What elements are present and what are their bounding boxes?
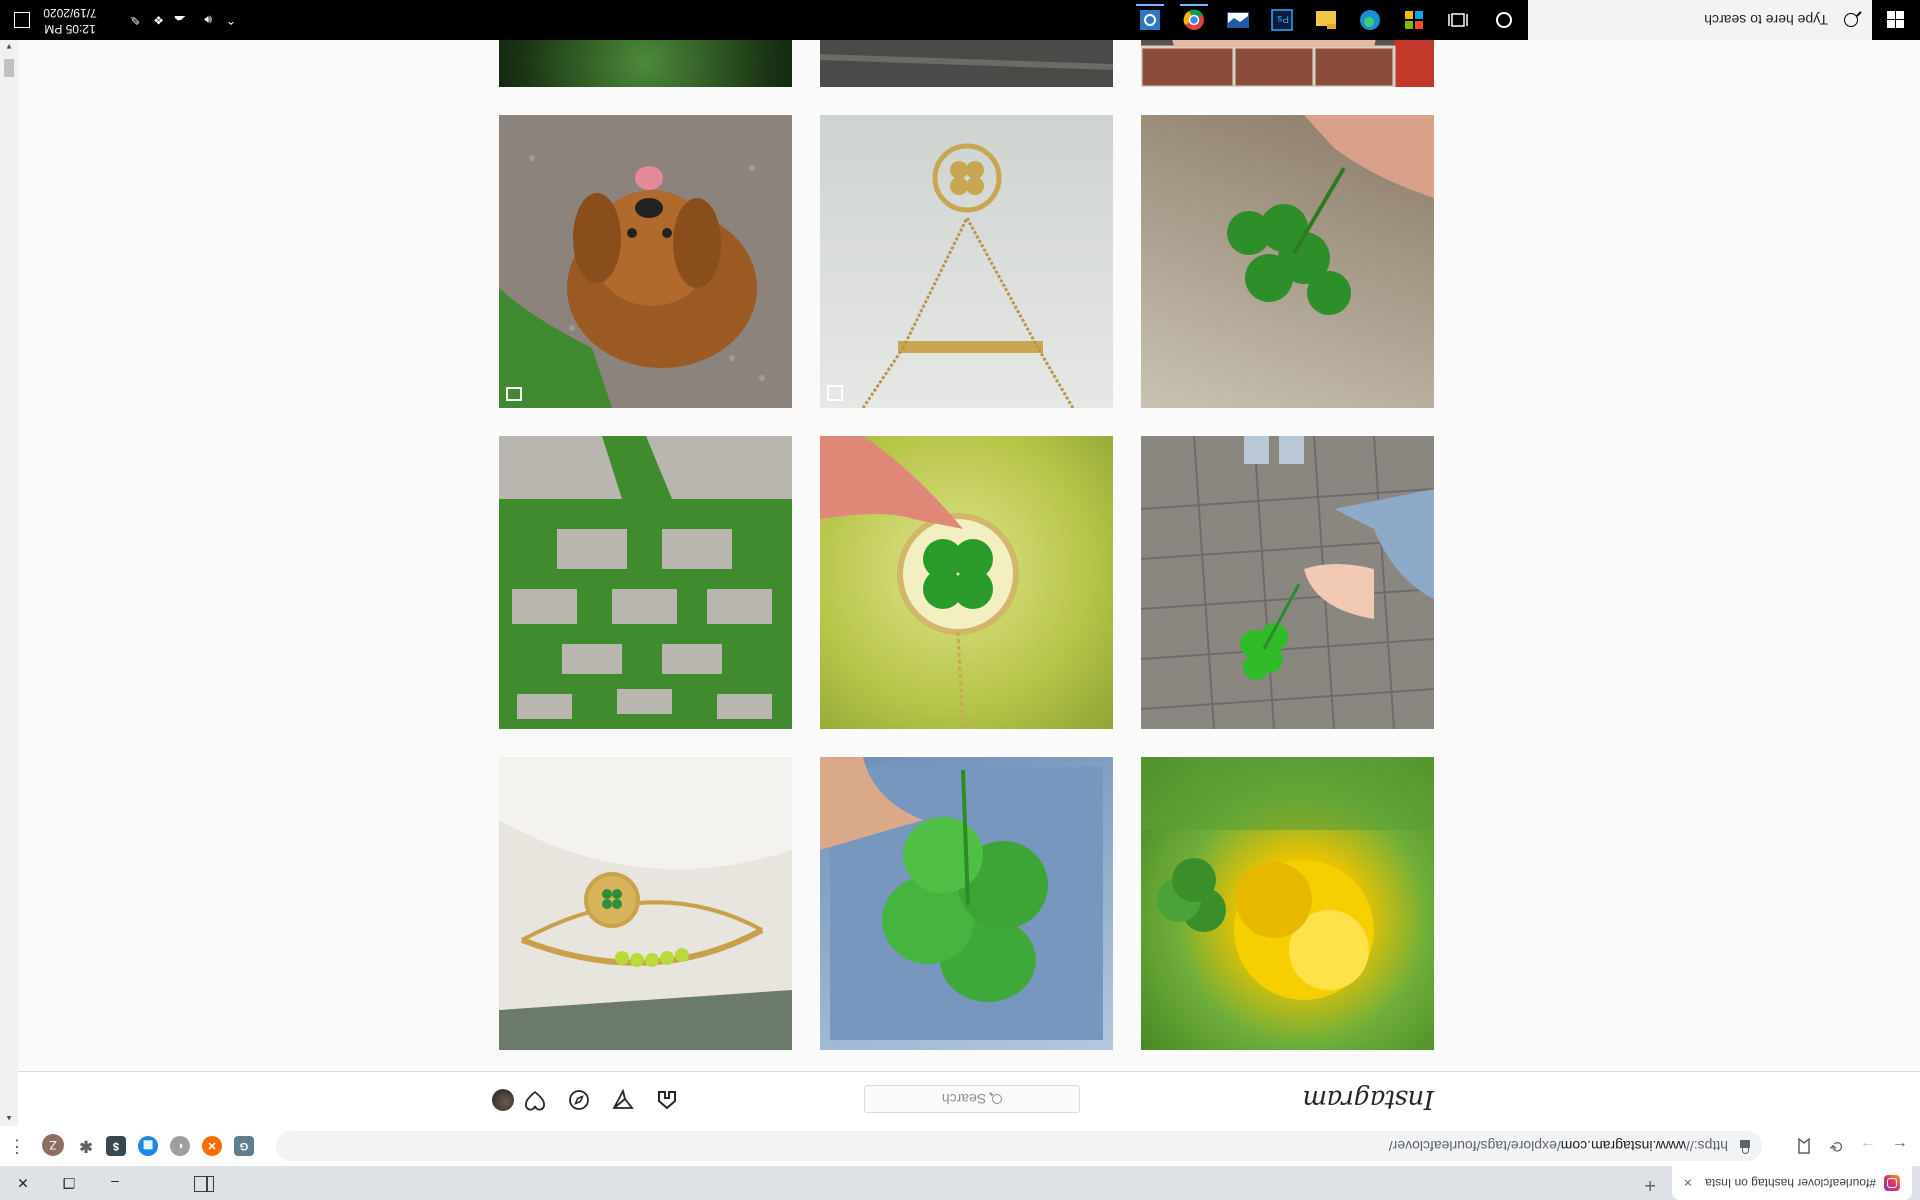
tab-title: #fourleafclover hashtag on Insta (1705, 1176, 1876, 1190)
clover-sprig-in-fingers-image (1227, 115, 1434, 315)
back-button[interactable]: ← (1888, 1134, 1912, 1158)
clover-in-hand-image (820, 757, 1103, 1040)
home-icon[interactable] (656, 1089, 678, 1111)
browser-tab-strip: #fourleafclover hashtag on Insta × + – ❐… (0, 1166, 1920, 1200)
clock-date: 7/19/2020 (43, 6, 97, 20)
post-tile[interactable] (499, 436, 792, 729)
browser-menu-icon[interactable]: ⋮ (8, 1137, 26, 1157)
start-button[interactable] (1872, 0, 1920, 40)
address-bar[interactable]: https://www.instagram.com/explore/tags/f… (276, 1131, 1762, 1161)
post-tile[interactable] (820, 115, 1113, 408)
windows-logo-icon (1887, 11, 1905, 29)
url-text: https://www.instagram.com/explore/tags/f… (1388, 1138, 1728, 1154)
post-tile[interactable] (1141, 436, 1434, 729)
search-icon (992, 1094, 1003, 1104)
explore-compass-icon[interactable] (568, 1089, 590, 1111)
action-center-icon[interactable] (14, 12, 30, 28)
extensions-puzzle-icon[interactable]: ✱ (76, 1136, 96, 1156)
scroll-up-arrow-icon[interactable]: ▲ (0, 1112, 18, 1126)
onedrive-icon[interactable]: ☁ (174, 0, 186, 40)
post-tile[interactable] (1141, 115, 1434, 408)
clover-pendant-necklace-image (827, 143, 1075, 408)
chrome-icon[interactable] (1180, 4, 1208, 34)
scrollbar-thumb[interactable] (4, 59, 14, 77)
forward-button[interactable]: → (1856, 1134, 1880, 1158)
clover-resin-pendant-image (820, 436, 1019, 729)
vertical-scrollbar[interactable]: ▲ ▼ (0, 40, 18, 1126)
post-tile[interactable] (820, 436, 1113, 729)
search-input[interactable]: Search (864, 1085, 1080, 1113)
clover-tattoo-arm-image (1141, 40, 1434, 87)
reload-button[interactable]: ⟳ (1824, 1134, 1848, 1158)
browser-tab[interactable]: #fourleafclover hashtag on Insta × (1672, 1166, 1912, 1200)
direct-message-icon[interactable] (612, 1089, 634, 1111)
instagram-logo[interactable]: Instagram (1303, 1084, 1434, 1114)
instagram-favicon-icon (1884, 1175, 1900, 1191)
bookmark-icon[interactable] (1792, 1134, 1816, 1158)
extension-circle-icon[interactable]: ◐ (170, 1136, 190, 1156)
edge-icon[interactable] (1356, 6, 1384, 34)
post-tile[interactable] (1141, 757, 1434, 1050)
tab-close-icon[interactable]: × (1684, 1175, 1692, 1191)
taskbar-clock[interactable]: 12:05 PM 7/19/2020 (28, 5, 112, 37)
extension-dollar-icon[interactable]: $ (106, 1136, 126, 1156)
page-viewport: Instagram Search (18, 40, 1920, 1126)
microsoft-store-icon[interactable] (1400, 6, 1428, 34)
pen-icon[interactable]: ✎ (130, 0, 140, 40)
post-tile[interactable] (820, 757, 1113, 1050)
lock-icon (1740, 1140, 1750, 1148)
svg-text:Ps: Ps (1277, 13, 1289, 24)
extension-close-icon[interactable]: ✕ (202, 1136, 222, 1156)
grass-checkerboard-image (499, 436, 792, 719)
file-explorer-icon[interactable] (1312, 6, 1340, 34)
puppy-in-clover-image (499, 155, 765, 408)
profile-avatar-small[interactable] (492, 1089, 514, 1111)
extension-grid-icon[interactable]: ▦ (138, 1136, 158, 1156)
minimize-button[interactable]: – (92, 1166, 138, 1200)
taskbar-search-placeholder: Type here to search (1704, 12, 1828, 28)
settings-app-icon[interactable] (1136, 4, 1164, 34)
browser-toolbar: ← → ⟳ https://www.instagram.com/explore/… (0, 1125, 1920, 1166)
close-window-button[interactable]: ✕ (0, 1166, 46, 1200)
post-tile[interactable] (820, 40, 1113, 87)
extension-g-icon[interactable]: G (234, 1136, 254, 1156)
clock-time: 12:05 PM (44, 22, 96, 36)
activity-heart-icon[interactable] (524, 1089, 546, 1111)
search-icon (1844, 13, 1858, 27)
maximize-button[interactable]: ❐ (46, 1166, 92, 1200)
finger-on-green-image (499, 40, 792, 87)
volume-icon[interactable]: 🕪 (204, 0, 212, 40)
taskbar-search-box[interactable]: Type here to search (1528, 0, 1872, 40)
scroll-down-arrow-icon[interactable]: ▼ (0, 40, 18, 54)
post-tile[interactable] (1141, 40, 1434, 87)
windows-taskbar: Type here to search Ps ⌃ 🕪 ☁ ❖ ✎ 12:05 P… (0, 0, 1920, 40)
show-hidden-icons-icon[interactable]: ⌃ (226, 0, 236, 40)
lucky-charm-bracelet-image (499, 757, 792, 1050)
photoshop-icon[interactable]: Ps (1268, 6, 1296, 34)
weather-app-icon[interactable] (1224, 6, 1252, 34)
search-placeholder: Search (941, 1091, 987, 1107)
new-tab-button[interactable]: + (1644, 1173, 1656, 1196)
post-tile[interactable] (499, 757, 792, 1050)
post-tile[interactable] (499, 115, 792, 408)
clover-on-dark-ground-image (820, 40, 1113, 70)
dropbox-icon[interactable]: ❖ (153, 0, 164, 40)
tab-search-icon[interactable] (194, 1176, 214, 1192)
screen: #fourleafclover hashtag on Insta × + – ❐… (0, 0, 1920, 1200)
yellow-flower-image (1141, 757, 1434, 1000)
cortana-icon[interactable] (1490, 6, 1518, 34)
hand-with-clover-on-pavement-image (1141, 436, 1434, 729)
instagram-header: Instagram Search (18, 1071, 1920, 1126)
profile-avatar[interactable]: Z (42, 1134, 64, 1156)
task-view-icon[interactable] (1444, 6, 1472, 34)
post-tile[interactable] (499, 40, 792, 87)
multi-image-icon (827, 385, 843, 401)
